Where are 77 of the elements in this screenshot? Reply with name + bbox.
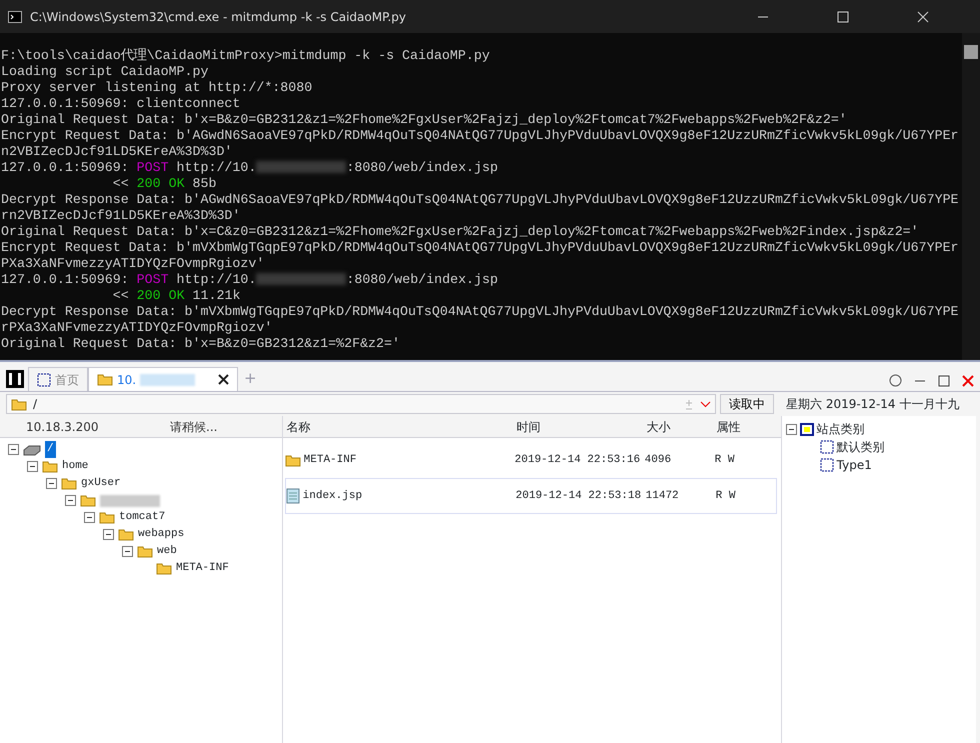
console-line: Decrypt Response Data: b'AGwdN6SaoaVE97qPkD/RDMW4qOuTsQ04NAtQG77UpgVLJhyPVduUbavLOVQX9g8eF12UzzURmZficVwkv5kL09gk/U67YPErn2VBIZecDJcf91LD5KEreA%3D%3D'	[1, 192, 960, 224]
plus-minus-icon	[684, 398, 694, 410]
read-button[interactable]: 读取中	[720, 394, 774, 414]
folder-icon	[118, 528, 134, 541]
category-icon	[800, 422, 814, 436]
file-attributes: R W	[716, 488, 736, 504]
console-line: 127.0.0.1:50969: POST http://10. :8080/web/index.jsp	[1, 272, 499, 288]
home-icon	[37, 372, 51, 386]
tree-label[interactable]: tomcat7	[119, 509, 166, 526]
category-item-icon	[820, 440, 834, 454]
loading-text: 请稍候...	[170, 418, 218, 436]
close-tab-icon[interactable]	[218, 374, 229, 385]
collapse-icon[interactable]	[8, 444, 19, 455]
close-icon[interactable]	[962, 374, 974, 386]
file-icon	[286, 488, 300, 504]
tree-label[interactable]: webapps	[138, 526, 184, 543]
console-line: 127.0.0.1:50969: clientconnect	[1, 96, 242, 112]
console-line: Original Request Data: b'x=C&z0=GB2312&z1=%2Fhome%2FgxUser%2Fajzj_deploy%2Ftomcat7%2Fwebapps%2Fweb%2Findex.jsp&z2='	[1, 224, 920, 240]
path-field[interactable]: /	[6, 394, 716, 414]
file-row[interactable]: META-INF 2019-12-14 22:53:16 4096 R W	[284, 442, 777, 478]
console-line: << 200 OK 85b	[112, 176, 218, 192]
collapse-icon[interactable]	[65, 495, 76, 506]
category-item-icon	[820, 458, 834, 472]
maximize-icon[interactable]	[938, 374, 950, 386]
date-text: 星期六 2019-12-14 十一月十九	[785, 396, 960, 413]
folder-icon	[284, 454, 301, 466]
dropdown-caret-icon	[700, 400, 711, 408]
folder-icon	[42, 460, 58, 473]
folder-icon	[99, 511, 115, 524]
column-header: 时间	[516, 418, 542, 436]
folder-icon	[156, 562, 172, 575]
tree-label[interactable]: META-INF	[176, 560, 229, 577]
tree-label[interactable]: /	[45, 441, 56, 458]
column-header: 属性	[716, 418, 742, 436]
host-label: 10.18.3.200	[25, 418, 100, 436]
folder-icon	[61, 477, 77, 490]
circle-icon[interactable]	[889, 374, 902, 387]
file-time: 2019-12-14 22:53:18	[516, 488, 642, 504]
console-line: Loading script CaidaoMP.py	[1, 64, 210, 80]
console-line: Original Request Data: b'x=B&z0=GB2312&z1=%2F&z2='	[1, 336, 401, 352]
collapse-icon[interactable]	[122, 546, 133, 557]
console-app-icon	[8, 10, 22, 22]
column-header: 大小	[646, 418, 672, 436]
console-line: Proxy server listening at http://*:8080	[1, 80, 314, 96]
category-item[interactable]: 默认类别	[836, 438, 885, 456]
file-row[interactable]: index.jsp 2019-12-14 22:53:18 11472 R W	[284, 478, 777, 514]
console-line: F:\tools\caidao代理\CaidaoMitmProxy>mitmdump -k -s CaidaoMP.py	[1, 48, 491, 64]
folder-icon	[11, 398, 27, 410]
file-name: META-INF	[304, 452, 356, 468]
file-size: 11472	[646, 488, 680, 504]
folder-icon	[97, 373, 113, 386]
tab[interactable]: 10.	[88, 367, 238, 391]
category-label[interactable]: 站点类别	[816, 420, 865, 438]
drive-icon	[23, 444, 41, 456]
file-name: index.jsp	[302, 488, 362, 504]
collapse-icon[interactable]	[46, 478, 57, 489]
tree-label[interactable]: web	[157, 543, 177, 560]
console-line: << 200 OK 11.21k	[112, 288, 242, 304]
column-header: 名称	[286, 418, 312, 436]
folder-icon	[80, 494, 96, 507]
scrollbar[interactable]	[962, 33, 980, 360]
console-line: Original Request Data: b'x=B&z0=GB2312&z1=%2Fhome%2FgxUser%2Fajzj_deploy%2Ftomcat7%2Fwebapps%2Fweb%2F&z2='	[1, 112, 848, 128]
collapse-icon[interactable]	[27, 461, 38, 472]
console-line: 127.0.0.1:50969: POST http://10. :8080/web/index.jsp	[1, 160, 499, 176]
file-attributes: R W	[714, 452, 736, 468]
window-title: C:\Windows\System32\cmd.exe - mitmdump -k -s CaidaoMP.py	[30, 8, 406, 26]
collapse-icon[interactable]	[84, 512, 95, 523]
console-line: Decrypt Response Data: b'mVXbmWgTGqpE97qPkD/RDMW4qOuTsQ04NAtQG77UpgVLJhyPVduUbavLOVQX9g8eF12UzzURmZficVwkv5kL09gk/U67YPErPXa3XaNFvmezzyATIDYQzFOvmpRgiozv'	[1, 304, 960, 336]
file-time: 2019-12-14 22:53:16	[514, 452, 642, 468]
tree-label[interactable]: home	[62, 458, 88, 475]
collapse-icon[interactable]	[103, 529, 114, 540]
app-logo-icon	[6, 370, 24, 388]
category-item[interactable]: Type1	[836, 456, 872, 474]
collapse-icon[interactable]	[786, 424, 797, 434]
tree-label[interactable]: gxUser	[81, 475, 121, 492]
file-size: 4096	[644, 452, 672, 468]
folder-icon	[137, 545, 153, 558]
